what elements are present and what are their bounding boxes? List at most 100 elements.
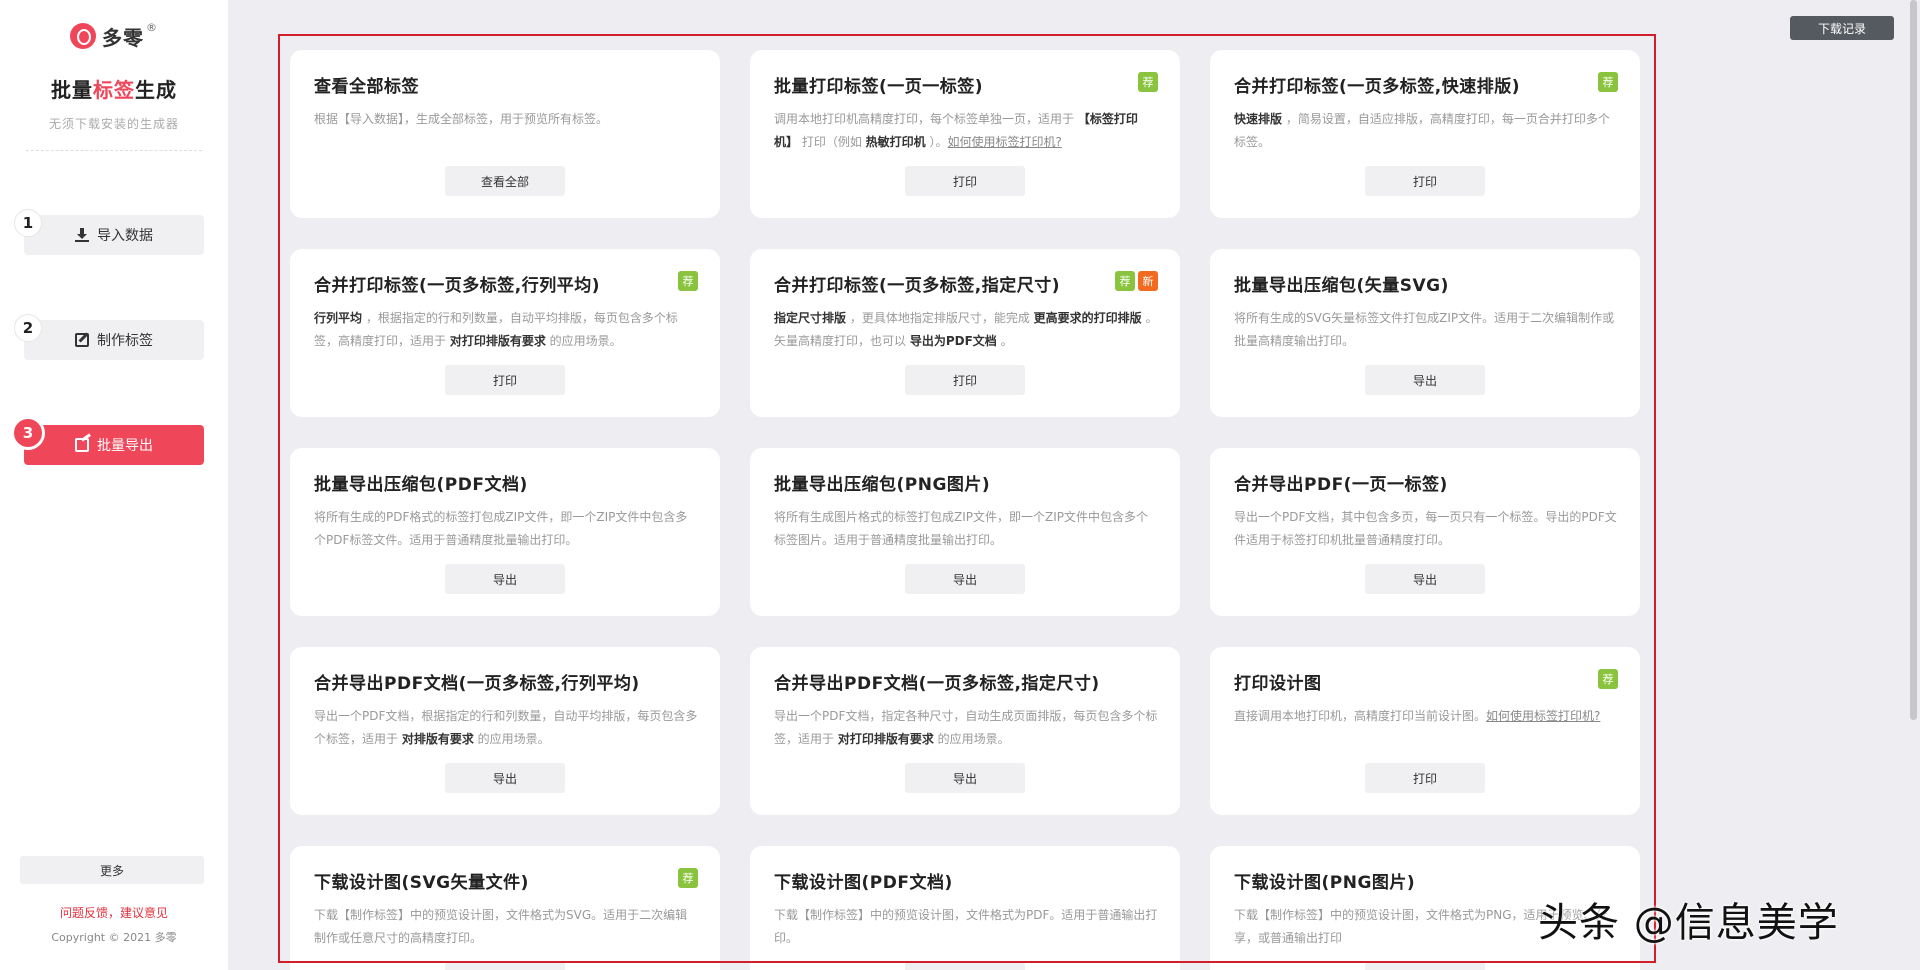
step-number: 2	[14, 314, 42, 342]
export-option-card: 批量导出压缩包(矢量SVG) 将所有生成的SVG矢量标签文件打包成ZIP文件。适用…	[1210, 249, 1640, 417]
more-button[interactable]: 更多	[20, 856, 204, 884]
help-link[interactable]: 如何使用标签打印机?	[1486, 709, 1600, 723]
download-record-button[interactable]: 下载记录	[1790, 16, 1894, 40]
card-action-button[interactable]: 导出	[1365, 365, 1485, 395]
registered-mark: ®	[146, 20, 157, 34]
card-title: 批量导出压缩包(矢量SVG)	[1234, 276, 1449, 296]
card-description: 调用本地打印机高精度打印，每个标签单独一页，适用于 【标签打印机】 打印（例如 …	[774, 108, 1158, 154]
recommended-badge: 荐	[1598, 72, 1618, 92]
card-description: 导出一个PDF文档，根据指定的行和列数量，自动平均排版，每页包含多个标签，适用于…	[314, 705, 698, 751]
emphasis-text: 对打印排版有要求	[449, 334, 546, 348]
emphasis-text: 热敏打印机	[865, 135, 926, 149]
description-text: 下载【制作标签】中的预览设计图，文件格式为PDF。适用于普通输出打印。	[774, 908, 1158, 945]
card-action-button[interactable]: 打印	[445, 365, 565, 395]
card-description: 快速排版 ，简易设置，自适应排版，高精度打印，每一页合并打印多个标签。	[1234, 108, 1618, 154]
export-option-card: 下载设计图(SVG矢量文件) 荐下载【制作标签】中的预览设计图，文件格式为SVG。…	[290, 846, 720, 970]
card-description: 将所有生成的PDF格式的标签打包成ZIP文件，即一个ZIP文件中包含多个PDF标…	[314, 506, 698, 552]
brand-title-pre: 批量	[51, 78, 93, 102]
card-description: 指定尺寸排版 ，更具体地指定排版尺寸，能完成 更高要求的打印排版 。矢量高精度打…	[774, 307, 1158, 353]
card-title: 合并打印标签(一页多标签,行列平均)	[314, 276, 600, 296]
badge-group: 荐	[678, 868, 698, 888]
card-action-button[interactable]: 导出	[445, 763, 565, 793]
export-option-card: 打印设计图 荐直接调用本地打印机，高精度打印当前设计图。如何使用标签打印机? 打印	[1210, 647, 1640, 815]
export-option-card: 合并打印标签(一页多标签,指定尺寸) 荐新指定尺寸排版 ，更具体地指定排版尺寸，能…	[750, 249, 1180, 417]
recommended-badge: 荐	[678, 271, 698, 291]
scrollbar-thumb[interactable]	[1910, 0, 1917, 720]
card-description: 导出一个PDF文档，指定各种尺寸，自动生成页面排版，每页包含多个标签，适用于 对…	[774, 705, 1158, 751]
card-title: 合并导出PDF文档(一页多标签,行列平均)	[314, 674, 640, 694]
brand-subtitle: 无须下载安装的生成器	[48, 117, 179, 131]
sidebar: 多零 ® 批量标签生成 无须下载安装的生成器 导入数据 1 制作标签 2 批量导…	[0, 0, 228, 970]
step-label: 导入数据	[97, 228, 153, 244]
logo[interactable]: 多零 ®	[70, 20, 157, 50]
card-title: 合并导出PDF文档(一页多标签,指定尺寸)	[774, 674, 1100, 694]
export-option-card: 查看全部标签根据【导入数据】，生成全部标签，用于预览所有标签。查看全部	[290, 50, 720, 218]
export-icon	[75, 438, 89, 452]
brand-title-highlight: 标签	[93, 78, 135, 102]
card-description: 导出一个PDF文档，其中包含多页，每一页只有一个标签。导出的PDF文件适用于标签…	[1234, 506, 1618, 552]
new-badge: 新	[1138, 271, 1158, 291]
description-text: 。	[996, 334, 1013, 348]
description-text: 的应用场景。	[545, 334, 622, 348]
card-title: 下载设计图(PNG图片)	[1234, 873, 1416, 893]
card-title: 批量导出压缩包(PDF文档)	[314, 475, 528, 495]
emphasis-text: 导出为PDF文档	[909, 334, 997, 348]
description-text: 的应用场景。	[473, 732, 550, 746]
card-description: 直接调用本地打印机，高精度打印当前设计图。如何使用标签打印机?	[1234, 705, 1618, 728]
card-action-button[interactable]: 导出	[905, 564, 1025, 594]
recommended-badge: 荐	[1115, 271, 1135, 291]
download-icon	[75, 228, 89, 242]
step-import-data-button[interactable]: 导入数据	[24, 215, 204, 255]
card-title: 合并打印标签(一页多标签,快速排版)	[1234, 77, 1520, 97]
card-description: 行列平均 ，根据指定的行和列数量，自动平均排版，每页包含多个标签，高精度打印，适…	[314, 307, 698, 353]
emphasis-text: 行列平均	[314, 311, 363, 325]
export-option-card: 批量导出压缩包(PNG图片) 将所有生成图片格式的标签打包成ZIP文件，即一个ZI…	[750, 448, 1180, 616]
emphasis-text: 对打印排版有要求	[837, 732, 934, 746]
recommended-badge: 荐	[1598, 669, 1618, 689]
card-title: 批量打印标签(一页一标签)	[774, 77, 984, 97]
description-text: 调用本地打印机高精度打印，每个标签单独一页，适用于	[774, 112, 1078, 126]
description-text: 打印（例如	[798, 135, 866, 149]
card-action-button[interactable]: 打印	[1365, 763, 1485, 793]
recommended-badge: 荐	[678, 868, 698, 888]
step-label: 批量导出	[97, 438, 153, 454]
step-make-label-button[interactable]: 制作标签	[24, 320, 204, 360]
card-action-button[interactable]	[1365, 962, 1485, 970]
card-description: 根据【导入数据】，生成全部标签，用于预览所有标签。	[314, 108, 698, 131]
export-option-card: 合并导出PDF(一页一标签) 导出一个PDF文档，其中包含多页，每一页只有一个标签…	[1210, 448, 1640, 616]
brand-title: 批量标签生成	[0, 74, 228, 103]
description-text: ，更具体地指定排版尺寸，能完成	[846, 311, 1034, 325]
badge-group: 荐新	[1115, 271, 1158, 291]
card-title: 查看全部标签	[314, 77, 419, 97]
card-action-button[interactable]: 查看全部	[445, 166, 565, 196]
card-title: 下载设计图(PDF文档)	[774, 873, 953, 893]
card-title: 合并打印标签(一页多标签,指定尺寸)	[774, 276, 1060, 296]
export-option-card: 合并导出PDF文档(一页多标签,指定尺寸) 导出一个PDF文档，指定各种尺寸，自动…	[750, 647, 1180, 815]
description-text: 将所有生成的PDF格式的标签打包成ZIP文件，即一个ZIP文件中包含多个PDF标…	[314, 510, 688, 547]
card-action-button[interactable]	[905, 962, 1025, 970]
export-option-card: 合并打印标签(一页多标签,行列平均) 荐行列平均 ，根据指定的行和列数量，自动平均…	[290, 249, 720, 417]
emphasis-text: 更高要求的打印排版	[1033, 311, 1142, 325]
card-action-button[interactable]: 导出	[905, 763, 1025, 793]
card-action-button[interactable]: 打印	[1365, 166, 1485, 196]
card-action-button[interactable]: 导出	[1365, 564, 1485, 594]
card-action-button[interactable]: 打印	[905, 365, 1025, 395]
card-title: 合并导出PDF(一页一标签)	[1234, 475, 1448, 495]
emphasis-text: 快速排版	[1234, 112, 1283, 126]
card-action-button[interactable]	[445, 962, 565, 970]
help-link[interactable]: 如何使用标签打印机?	[948, 135, 1062, 149]
card-description: 将所有生成的SVG矢量标签文件打包成ZIP文件。适用于二次编辑制作或批量高精度输…	[1234, 307, 1618, 353]
export-option-card: 批量导出压缩包(PDF文档) 将所有生成的PDF格式的标签打包成ZIP文件，即一个…	[290, 448, 720, 616]
card-action-button[interactable]: 打印	[905, 166, 1025, 196]
feedback-link[interactable]: 问题反馈，建议意见	[0, 904, 228, 921]
card-description: 下载【制作标签】中的预览设计图，文件格式为SVG。适用于二次编辑制作或任意尺寸的…	[314, 904, 698, 950]
emphasis-text: 指定尺寸排版	[774, 311, 847, 325]
badge-group: 荐	[1598, 669, 1618, 689]
description-text: 直接调用本地打印机，高精度打印当前设计图。	[1234, 709, 1487, 723]
description-text: 的应用场景。	[933, 732, 1010, 746]
card-action-button[interactable]: 导出	[445, 564, 565, 594]
step-batch-export-button[interactable]: 批量导出	[24, 425, 204, 465]
export-option-card: 合并导出PDF文档(一页多标签,行列平均) 导出一个PDF文档，根据指定的行和列数…	[290, 647, 720, 815]
card-description: 将所有生成图片格式的标签打包成ZIP文件，即一个ZIP文件中包含多个标签图片。适…	[774, 506, 1158, 552]
description-text: 导出一个PDF文档，其中包含多页，每一页只有一个标签。导出的PDF文件适用于标签…	[1234, 510, 1617, 547]
